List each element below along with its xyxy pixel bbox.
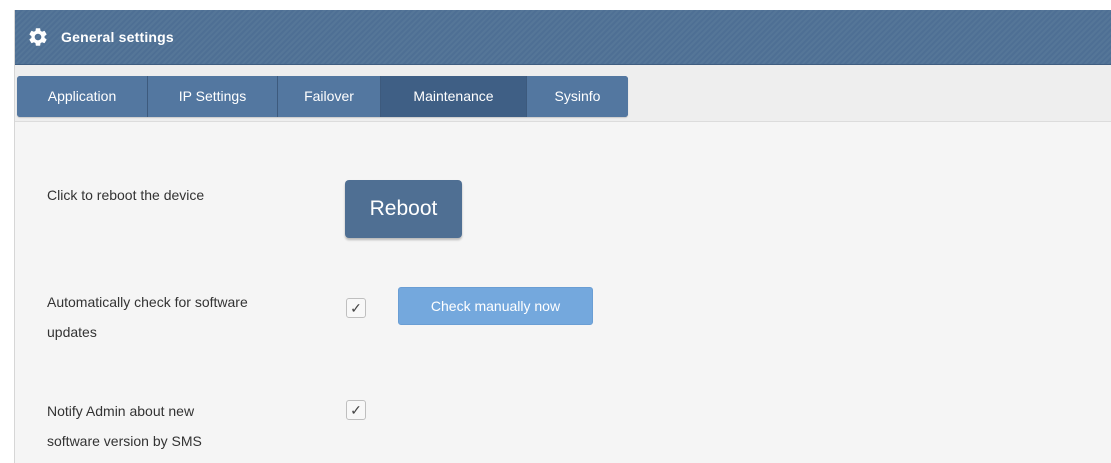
- panel-header: General settings: [15, 10, 1111, 65]
- notify-admin-label: Notify Admin about new software version …: [47, 396, 317, 456]
- checkmark-icon: ✓: [350, 402, 362, 418]
- tab-sysinfo[interactable]: Sysinfo: [527, 76, 628, 117]
- tab-ip-settings[interactable]: IP Settings: [148, 76, 278, 117]
- page-title: General settings: [61, 29, 174, 45]
- checkmark-icon: ✓: [350, 300, 362, 316]
- reboot-label: Click to reboot the device: [47, 187, 205, 203]
- maintenance-content: Click to reboot the device Reboot Automa…: [15, 122, 1111, 462]
- auto-update-label-line2: updates: [47, 324, 97, 340]
- tab-application[interactable]: Application: [17, 76, 148, 117]
- notify-admin-checkbox[interactable]: ✓: [346, 400, 366, 420]
- tab-failover[interactable]: Failover: [278, 76, 381, 117]
- auto-update-checkbox[interactable]: ✓: [346, 298, 366, 318]
- tab-bar: Application IP Settings Failover Mainten…: [15, 65, 1111, 122]
- notify-admin-label-line2: software version by SMS: [47, 433, 202, 449]
- tab-maintenance[interactable]: Maintenance: [381, 76, 527, 117]
- check-manually-button[interactable]: Check manually now: [398, 287, 593, 325]
- reboot-button[interactable]: Reboot: [345, 180, 462, 238]
- notify-admin-label-line1: Notify Admin about new: [47, 403, 195, 419]
- general-settings-panel: General settings Application IP Settings…: [14, 10, 1111, 463]
- gear-icon: [29, 28, 47, 46]
- auto-update-label-line1: Automatically check for software: [47, 294, 248, 310]
- tab-list: Application IP Settings Failover Mainten…: [17, 76, 628, 117]
- auto-update-label: Automatically check for software updates: [47, 287, 317, 347]
